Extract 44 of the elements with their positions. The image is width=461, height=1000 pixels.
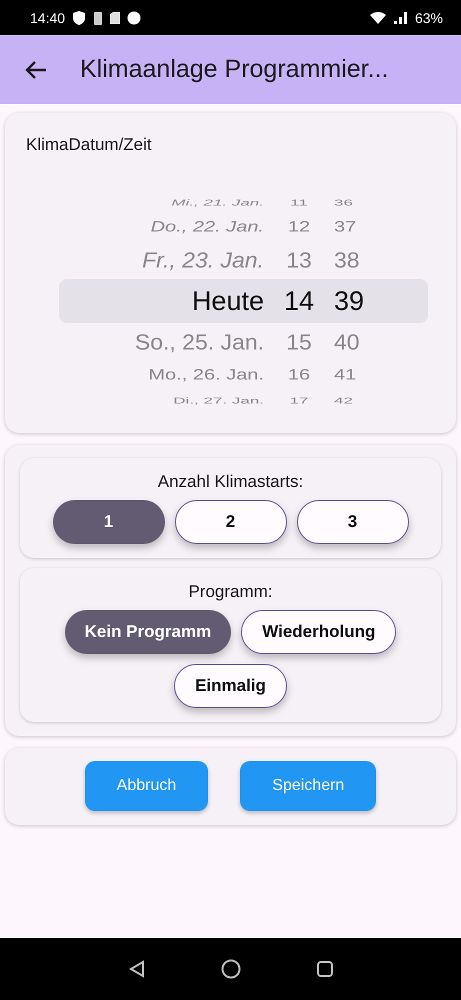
program-option[interactable]: Einmalig [174,664,287,708]
app-bar-title: Klimaanlage Programmier... [80,55,388,84]
count-option[interactable]: 2 [174,500,286,544]
signal-icon [392,10,409,24]
sim-card-icon [109,10,122,24]
program-option[interactable]: Wiederholung [241,610,396,654]
program-label: Programm: [188,582,273,602]
back-arrow-icon[interactable] [24,60,48,80]
recents-nav-icon[interactable] [316,960,334,978]
picker-date: So., 25. Jan. [134,331,264,353]
picker-hour: 15 [286,331,312,353]
picker-minute: 38 [334,249,360,271]
picker-minute: 41 [334,368,356,382]
picker-minute: 39 [334,288,364,314]
starts-label: Anzahl Klimastarts: [158,472,304,492]
wifi-icon [368,10,387,24]
picker-hour: 13 [286,249,312,271]
battery-percent: 63% [414,10,443,26]
picker-hour: 11 [290,198,308,206]
shield-icon [71,10,88,26]
circle-a-icon [127,10,142,24]
picker-hour: 12 [288,220,310,234]
picker-hour: 17 [290,396,308,404]
program-option[interactable]: Kein Programm [64,610,232,654]
picker-date: Do., 22. Jan. [150,220,264,234]
back-nav-icon[interactable] [128,960,146,978]
picker-hour: 16 [288,368,310,382]
picker-date: Mo., 26. Jan. [148,368,264,382]
picker-minute: 42 [334,396,353,404]
home-nav-icon[interactable] [220,959,240,979]
picker-minute: 40 [334,331,360,353]
picker-date: Di., 27. Jan. [173,396,264,404]
date-time-label: KlimaDatum/Zeit [26,135,153,155]
picker-date: Fr., 23. Jan. [142,249,264,271]
count-option[interactable]: 3 [296,500,408,544]
picker-minute: 36 [334,198,353,206]
picker-hour: 14 [284,288,314,314]
date-time-picker[interactable]: Mi., 21. Jan. 11 36 Do., 22. Jan. 12 37 Fr., 23. Jan. 13 38 Heute 14 39 So., 25. Jan. 15 40 Mo., 26. Jan. 16 41 Di., 27. Jan. 17 42 [26,191,456,411]
status-time: 14:40 [30,10,66,26]
picker-date: Mi., 21. Jan. [171,198,264,206]
picker-minute: 37 [334,220,356,234]
count-option[interactable]: 1 [52,500,164,544]
battery-icon [93,10,104,26]
picker-date: Heute [192,288,264,314]
